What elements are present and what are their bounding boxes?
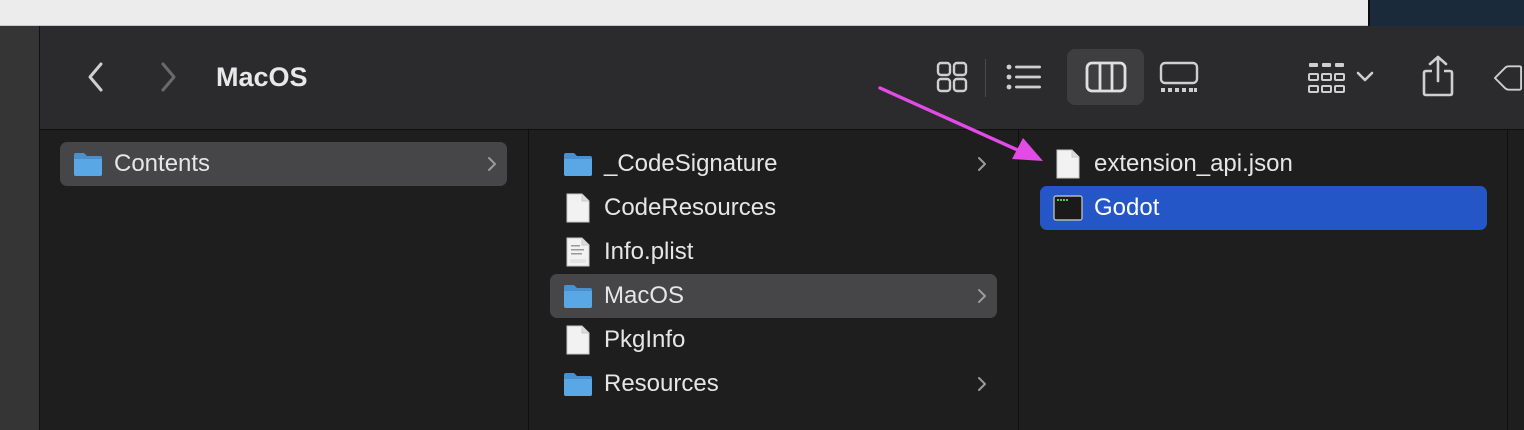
gallery-view-button[interactable]: [1152, 58, 1206, 96]
finder-window: MacOS Contents _CodeSignature CodeResour…: [40, 26, 1524, 430]
icon-view-icon: [936, 61, 968, 93]
document-icon: [1052, 148, 1084, 180]
list-item[interactable]: Resources: [550, 362, 997, 406]
list-item[interactable]: PkgInfo: [550, 318, 997, 362]
gallery-view-icon: [1159, 61, 1199, 92]
browser-column-3: extension_api.json Godot: [1020, 130, 1508, 430]
item-name: Resources: [604, 370, 719, 397]
background-window-strip: [0, 0, 1368, 26]
list-item[interactable]: extension_api.json: [1040, 142, 1487, 186]
item-name: PkgInfo: [604, 326, 686, 353]
item-name: Contents: [114, 150, 211, 177]
back-button[interactable]: [80, 60, 112, 94]
chevron-left-icon: [88, 62, 103, 92]
list-item[interactable]: _CodeSignature: [550, 142, 997, 186]
document-icon: [562, 192, 594, 224]
chevron-right-icon: [161, 62, 176, 92]
tag-icon: [1493, 65, 1523, 91]
share-button[interactable]: [1416, 52, 1460, 100]
browser-column-2: _CodeSignature CodeResources Info.plist …: [530, 130, 1019, 430]
list-item[interactable]: Info.plist: [550, 230, 997, 274]
column-view-icon: [1085, 61, 1126, 93]
item-name: _CodeSignature: [604, 150, 778, 177]
item-name: extension_api.json: [1094, 150, 1293, 177]
desktop-background: [1368, 0, 1524, 26]
item-name: MacOS: [604, 282, 685, 309]
terminal-executable-icon: [1052, 192, 1084, 224]
browser-column-4: [1509, 130, 1524, 430]
view-separator: [985, 59, 986, 97]
folder-icon: [562, 280, 594, 312]
window-title: MacOS: [216, 62, 308, 92]
tag-button[interactable]: [1492, 56, 1524, 100]
chevron-right-icon: [975, 285, 989, 307]
list-view-button[interactable]: [1000, 58, 1048, 96]
item-name: CodeResources: [604, 194, 777, 221]
list-view-icon: [1006, 64, 1041, 90]
document-icon: [562, 324, 594, 356]
icon-view-button[interactable]: [928, 58, 976, 96]
forward-button[interactable]: [152, 60, 184, 94]
column-view-button[interactable]: [1067, 49, 1144, 105]
item-name: Info.plist: [604, 238, 694, 265]
list-item[interactable]: Godot: [1040, 186, 1487, 230]
chevron-right-icon: [485, 153, 499, 175]
folder-icon: [562, 368, 594, 400]
chevron-right-icon: [975, 373, 989, 395]
group-by-button[interactable]: [1304, 56, 1378, 98]
chevron-right-icon: [975, 153, 989, 175]
list-item[interactable]: MacOS: [550, 274, 997, 318]
group-by-icon: [1308, 63, 1345, 93]
share-icon: [1422, 55, 1454, 97]
plist-file-icon: [562, 236, 594, 268]
sidebar-edge: [0, 26, 40, 430]
chevron-down-icon: [1356, 71, 1374, 82]
folder-icon: [562, 148, 594, 180]
item-name: Godot: [1094, 194, 1160, 221]
list-item[interactable]: CodeResources: [550, 186, 997, 230]
list-item[interactable]: Contents: [60, 142, 507, 186]
folder-icon: [72, 148, 104, 180]
toolbar: MacOS: [40, 26, 1524, 130]
browser-column-1: Contents: [40, 130, 529, 430]
